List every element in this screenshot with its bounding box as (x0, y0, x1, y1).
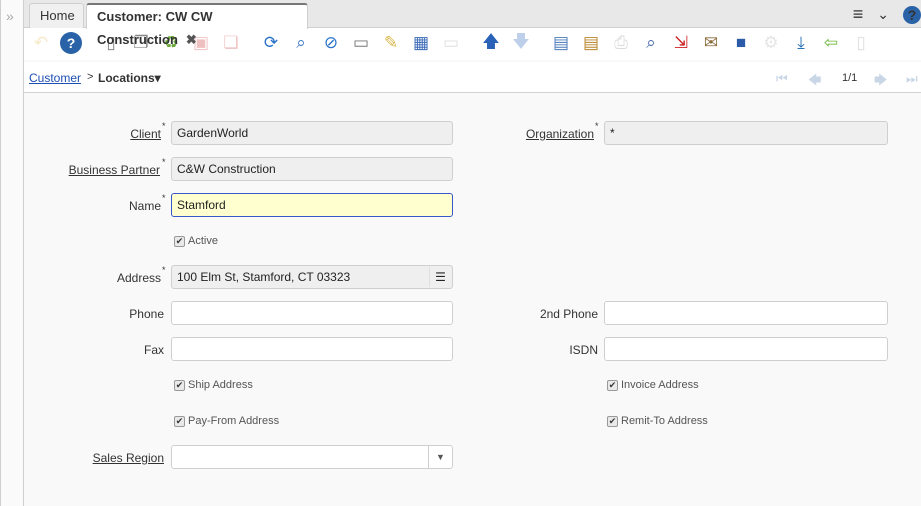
multi-window-icon[interactable]: ▭ (440, 32, 462, 54)
phone-label: Phone (129, 307, 164, 321)
address-value: 100 Elm St, Stamford, CT 03323 (177, 270, 351, 284)
breadcrumb-separator: > (87, 71, 94, 83)
main-window: Home Customer: CW CW Construction ✖ ≡ ⌄ ?… (24, 0, 921, 506)
invoice-address-check-icon: ✔ (607, 379, 618, 391)
first-record-icon[interactable]: ⏮ (776, 71, 788, 87)
grid-toggle-icon[interactable]: ▦ (410, 32, 432, 54)
name-input[interactable]: Stamford (171, 193, 453, 217)
previous-record-icon[interactable]: 🡄 (808, 71, 821, 93)
fax-label: Fax (143, 343, 164, 357)
breadcrumb: Customer > Locations▾ ⏮ 🡄 1/1 🡆 ⏭ (24, 62, 921, 93)
tab-customer[interactable]: Customer: CW CW Construction ✖ (86, 3, 308, 47)
refresh-icon[interactable]: ⟳ (260, 32, 282, 54)
phone2-label: 2nd Phone (539, 307, 598, 321)
attachment-icon[interactable]: ⊘ (320, 32, 342, 54)
address-label: Address (116, 271, 161, 285)
active-workflows-icon[interactable]: ⇲ (670, 32, 692, 54)
required-marker: * (162, 121, 166, 131)
tab-home-label: Home (40, 8, 75, 23)
remit-to-address-label: Remit-To Address (621, 415, 708, 427)
postit-icon[interactable]: ✎ (380, 32, 402, 54)
breadcrumb-current-tab[interactable]: Locations▾ (98, 71, 161, 85)
active-label: Active (188, 235, 218, 247)
business-partner-label[interactable]: Business Partner (44, 163, 160, 177)
tab-bar: Home Customer: CW CW Construction ✖ ≡ ⌄ ? (24, 0, 921, 47)
requests-icon[interactable]: ✉ (700, 32, 722, 54)
address-field[interactable]: 100 Elm St, Stamford, CT 03323 ☰ (171, 265, 453, 289)
organization-label[interactable]: Organization (494, 127, 594, 141)
name-label: Name (128, 199, 161, 213)
close-tab-icon[interactable]: ✖ (186, 32, 197, 47)
ship-address-check-icon: ✔ (174, 379, 185, 391)
required-marker: * (162, 157, 166, 167)
quick-form-icon[interactable]: ▯ (850, 32, 872, 54)
required-marker: * (595, 121, 599, 131)
sales-region-label[interactable]: Sales Region (64, 451, 164, 465)
zoom-across-icon[interactable]: ⌕ (640, 32, 662, 54)
invoice-address-checkbox[interactable]: ✔ Invoice Address (607, 379, 699, 391)
tabbar-actions: ≡ ⌄ ? (853, 4, 921, 25)
previous-record-up-icon[interactable]: 🡅 (480, 32, 502, 54)
expand-sidebar-icon[interactable]: » (6, 8, 14, 24)
sales-region-select[interactable]: ▼ (171, 445, 453, 469)
fax-input[interactable] (171, 337, 453, 361)
business-partner-field[interactable]: C&W Construction (171, 157, 453, 181)
location-form: Client * GardenWorld Organization * * Bu… (24, 94, 921, 506)
next-record-icon[interactable]: 🡆 (874, 71, 887, 93)
print-icon[interactable]: ⎙ (610, 32, 632, 54)
export-icon[interactable]: ⤓ (790, 32, 812, 54)
location-editor-icon[interactable]: ☰ (429, 267, 451, 287)
help-icon[interactable]: ? (60, 32, 82, 54)
menu-icon[interactable]: ≡ (853, 4, 864, 25)
phone2-input[interactable] (604, 301, 888, 325)
required-marker: * (162, 265, 166, 275)
product-info-icon[interactable]: ■ (730, 32, 752, 54)
record-position: 1/1 (842, 72, 858, 84)
active-checkbox[interactable]: ✔ Active (174, 235, 218, 247)
pay-from-address-checkbox[interactable]: ✔ Pay-From Address (174, 415, 279, 427)
collapse-icon[interactable]: ⌄ (877, 6, 889, 23)
process-icon[interactable]: ⚙ (760, 32, 782, 54)
undo-icon[interactable]: ↶ (30, 32, 52, 54)
breadcrumb-customer-link[interactable]: Customer (29, 71, 81, 85)
chevron-down-icon[interactable]: ▼ (428, 446, 452, 468)
remit-to-address-checkbox[interactable]: ✔ Remit-To Address (607, 415, 708, 427)
report-icon[interactable]: ▤ (550, 32, 572, 54)
ship-address-checkbox[interactable]: ✔ Ship Address (174, 379, 253, 391)
phone-input[interactable] (171, 301, 453, 325)
pay-from-address-label: Pay-From Address (188, 415, 280, 427)
chat-icon[interactable]: ▭ (350, 32, 372, 54)
invoice-address-label: Invoice Address (621, 379, 699, 391)
last-record-icon[interactable]: ⏭ (906, 71, 918, 87)
active-check-icon: ✔ (174, 235, 185, 247)
client-label[interactable]: Client (64, 127, 161, 141)
save-new-icon[interactable]: ❏ (220, 32, 242, 54)
ship-address-label: Ship Address (188, 379, 253, 391)
client-field[interactable]: GardenWorld (171, 121, 453, 145)
import-icon[interactable]: ⇦ (820, 32, 842, 54)
required-marker: * (162, 193, 166, 203)
isdn-input[interactable] (604, 337, 888, 361)
archive-icon[interactable]: ▤ (580, 32, 602, 54)
isdn-label: ISDN (569, 343, 598, 357)
find-icon[interactable]: ⌕ (290, 32, 312, 54)
collapsed-sidebar: » (0, 0, 24, 506)
organization-field[interactable]: * (604, 121, 888, 145)
tab-home[interactable]: Home (29, 3, 84, 28)
help-icon[interactable]: ? (903, 5, 921, 24)
next-record-down-icon[interactable]: 🡇 (510, 32, 532, 54)
remit-to-check-icon: ✔ (607, 415, 618, 427)
pay-from-check-icon: ✔ (174, 415, 185, 427)
